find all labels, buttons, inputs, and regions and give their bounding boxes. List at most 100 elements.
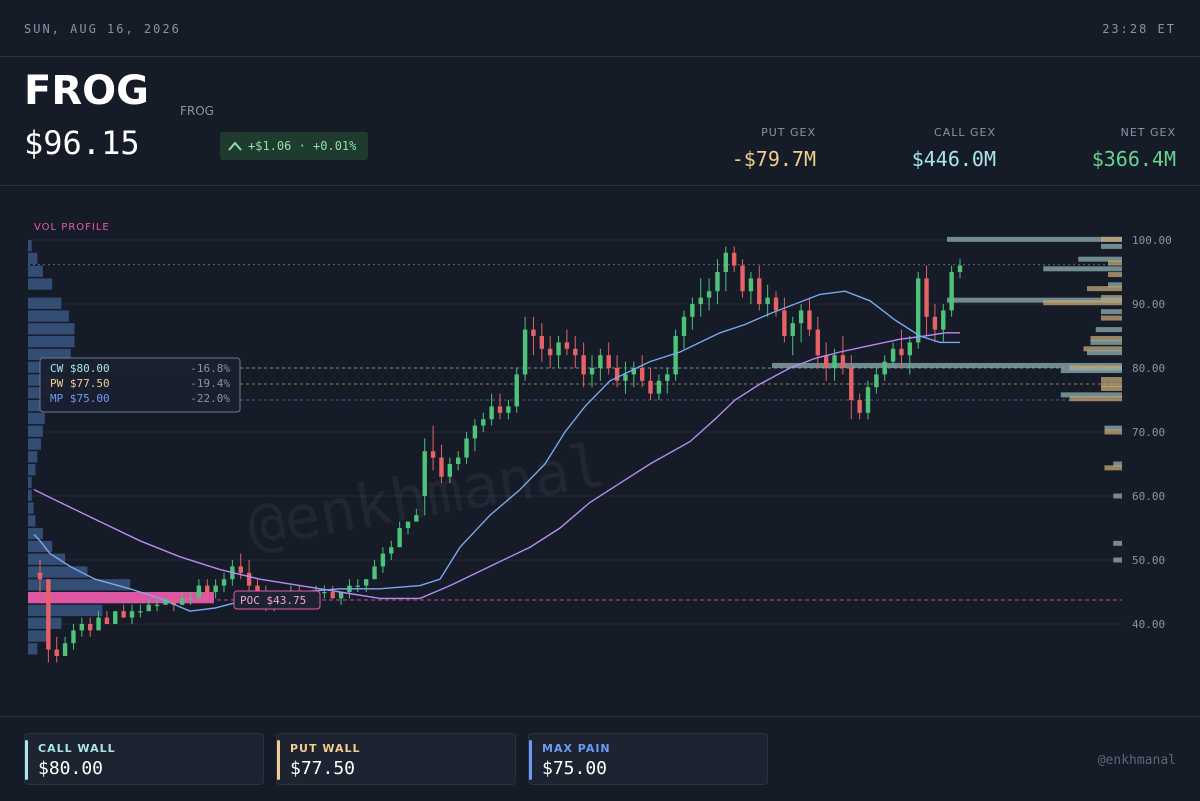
candle (798, 304, 804, 343)
candle-body (422, 451, 427, 496)
candle (322, 585, 327, 599)
candle-body (430, 451, 436, 458)
volume-profile-label: VOL PROFILE (34, 222, 110, 233)
put-gex-bar (1104, 429, 1122, 435)
net-gex: NET GEX $366.4M (1056, 126, 1176, 171)
candle-body (205, 585, 210, 592)
max-pain-value: $75.00 (542, 758, 608, 779)
volume-profile-bar (28, 643, 38, 655)
put-wall-card: PUT WALL $77.50 (276, 733, 516, 785)
volume-profile-bar (28, 265, 43, 277)
candle (924, 265, 929, 336)
candle (899, 329, 904, 368)
candle-body (96, 617, 101, 631)
call-gex-bar (1095, 327, 1122, 333)
call-gex-value: $446.0M (911, 147, 996, 171)
ticker-subname: FROG (180, 104, 214, 118)
call-wall-card: CALL WALL $80.00 (24, 733, 264, 785)
candle-body (773, 297, 779, 311)
candle (79, 617, 85, 637)
candle (874, 368, 879, 394)
candle (531, 316, 536, 356)
candle-body (522, 329, 528, 375)
candle-body (598, 355, 603, 368)
candle-body (656, 380, 662, 394)
put-gex-label: PUT GEX (761, 126, 816, 139)
candle (556, 336, 561, 368)
candle (129, 604, 135, 624)
candle-body (681, 316, 687, 336)
candle-body (138, 611, 143, 613)
y-tick-label: 80.00 (1132, 362, 1165, 375)
candle (87, 617, 93, 637)
candle (765, 284, 770, 317)
top-bar: SUN, AUG 16, 2026 23:28 ET (0, 0, 1200, 57)
candle-body (690, 304, 695, 317)
level-legend: CW $80.00 -16.8% PW $77.50 -19.4% MP $75.00 -… (39, 357, 241, 413)
volume-profile-bar (28, 540, 53, 553)
candle-body (840, 355, 846, 368)
candle-body (506, 406, 511, 413)
candle-body (715, 272, 720, 292)
volume-profile-bar (28, 528, 43, 540)
candle-body (832, 355, 837, 368)
put-gex-bar (1104, 465, 1122, 471)
volume-profile-bar (28, 240, 32, 252)
candle-body (389, 547, 394, 554)
candle-body (581, 355, 586, 375)
candle-body (882, 361, 887, 375)
candle (731, 246, 737, 272)
call-gex-bar (1101, 309, 1122, 315)
candle (723, 246, 729, 292)
candle (539, 323, 545, 362)
candle-body (71, 630, 76, 644)
call-gex-bar (1113, 540, 1122, 546)
max-pain-accent (529, 740, 532, 780)
candle (481, 412, 486, 432)
call-gex-bar (1101, 243, 1122, 249)
candle-body (949, 272, 954, 311)
candle (196, 579, 202, 599)
candle (614, 355, 620, 388)
candle-body (196, 585, 202, 599)
candle-body (957, 265, 963, 272)
candle-body (731, 252, 737, 266)
candle (547, 336, 553, 368)
candle-body (748, 278, 754, 292)
candle (698, 278, 703, 317)
candle (497, 393, 503, 420)
candle-body (514, 374, 519, 407)
volume-profile-bar (28, 451, 38, 463)
candle-body (589, 368, 595, 375)
candle-body (79, 624, 85, 631)
candle-body (246, 572, 252, 586)
candle (665, 368, 670, 394)
put-gex-bar (1108, 272, 1122, 278)
candle-body (481, 419, 486, 426)
y-tick-label: 70.00 (1132, 426, 1165, 439)
candle-body (129, 611, 135, 618)
candle (807, 297, 812, 336)
candle (363, 579, 369, 592)
arrow-up-icon (228, 141, 242, 151)
candle (865, 380, 871, 420)
candle (598, 348, 603, 381)
candle (623, 361, 628, 394)
candle (790, 316, 795, 356)
volume-profile-bar (28, 617, 62, 629)
candle-body (865, 387, 871, 413)
max-pain-card: MAX PAIN $75.00 (528, 733, 768, 785)
candle (949, 265, 954, 317)
candle-body (757, 278, 762, 304)
candle-body (531, 329, 536, 336)
y-tick-label: 60.00 (1132, 490, 1165, 503)
put-wall-accent (277, 740, 280, 780)
candle (957, 259, 963, 279)
volume-profile-bar (28, 604, 103, 617)
candle (355, 579, 361, 592)
candle (104, 611, 110, 624)
call-wall-value: $80.00 (38, 758, 104, 779)
candle-body (464, 438, 469, 458)
candle-body (849, 368, 854, 400)
candle-body (573, 348, 578, 356)
